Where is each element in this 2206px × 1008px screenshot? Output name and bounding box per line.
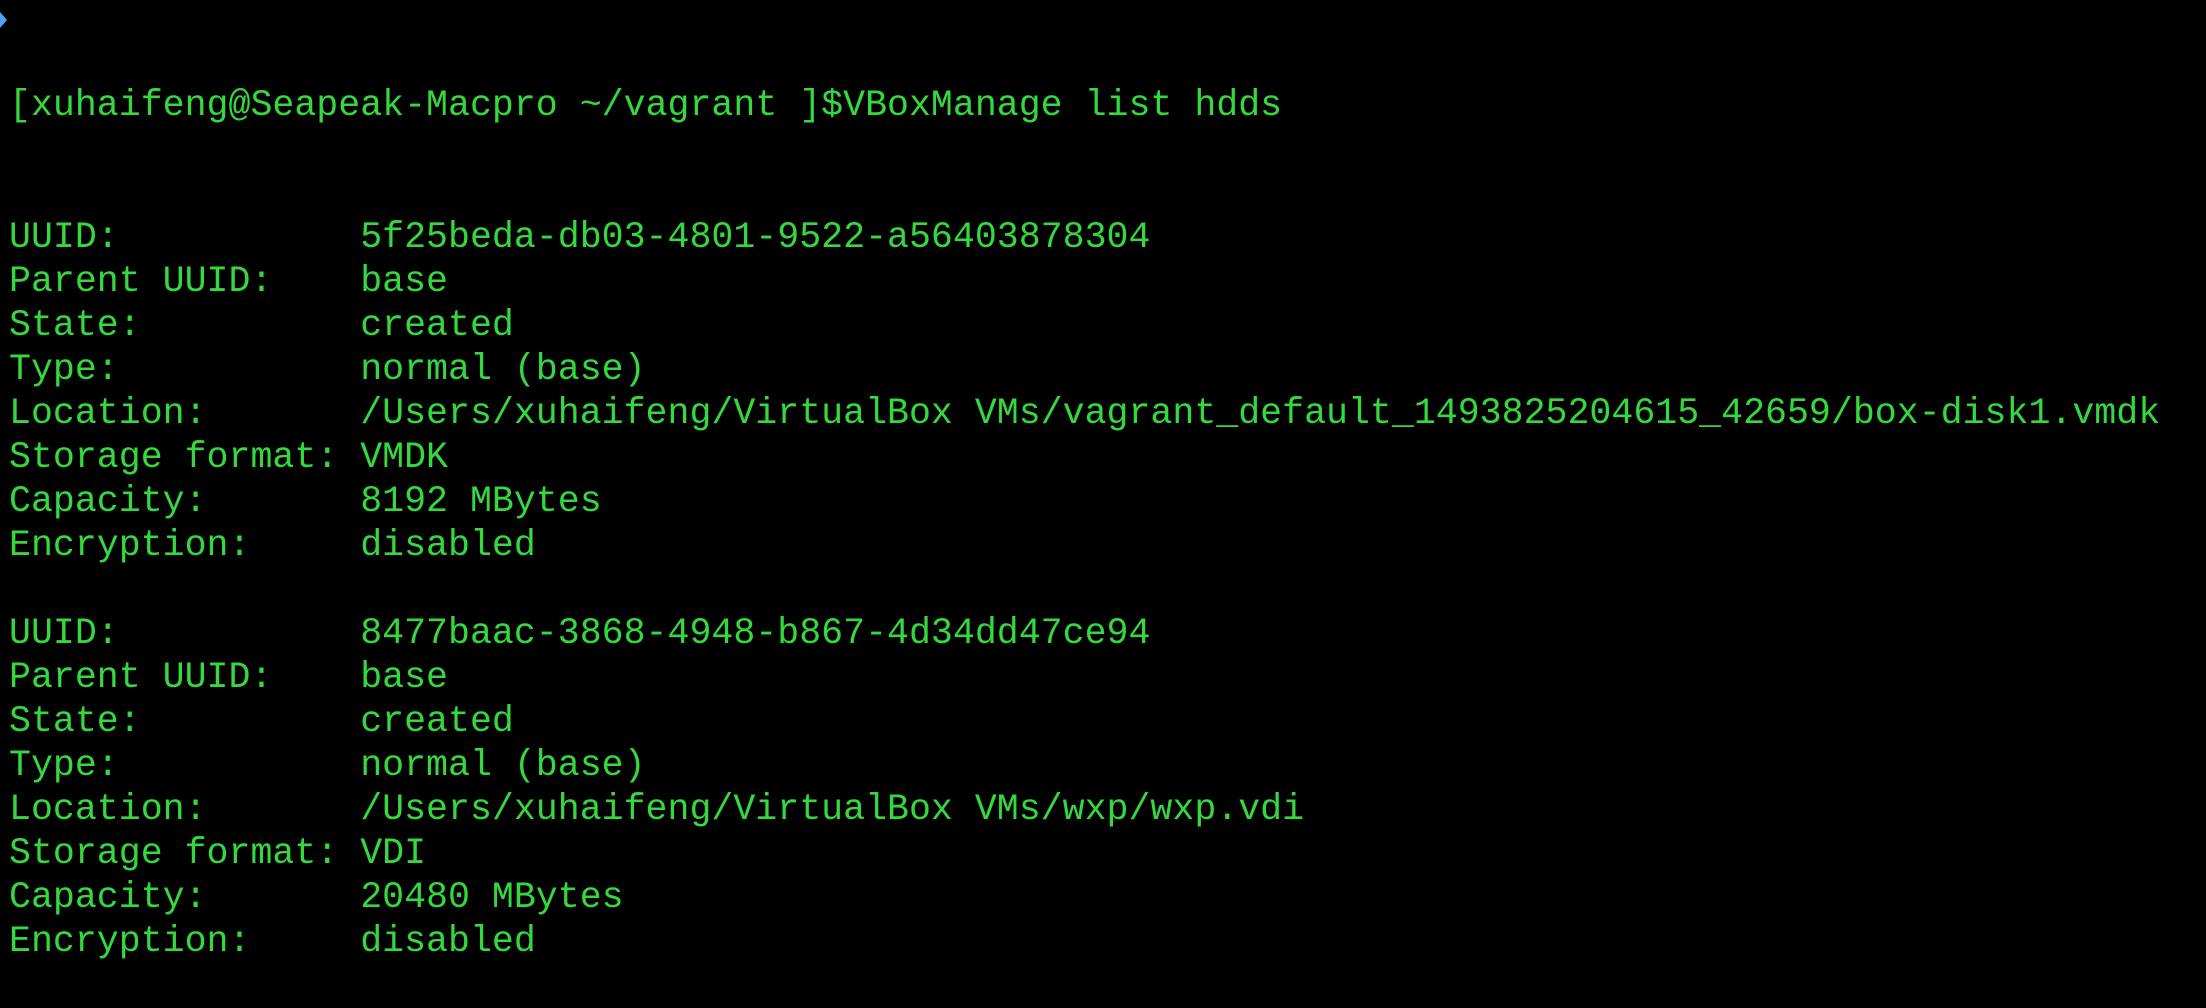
field-value: VDI [360, 833, 427, 874]
field-label: Encryption: [9, 525, 251, 566]
field-value: normal (base) [360, 745, 646, 786]
disk-field-row: State: created [9, 700, 2160, 744]
field-value: 8477baac-3868-4948-b867-4d34dd47ce94 [360, 613, 1151, 654]
field-label: Capacity: [9, 877, 207, 918]
field-label: Encryption: [9, 921, 251, 962]
disk-field-row: Type: normal (base) [9, 744, 2160, 788]
disk-field-row: Type: normal (base) [9, 348, 2160, 392]
field-value: 5f25beda-db03-4801-9522-a56403878304 [360, 217, 1151, 258]
field-value: 8192 MBytes [360, 481, 602, 522]
field-value: /Users/xuhaifeng/VirtualBox VMs/wxp/wxp.… [360, 789, 1305, 830]
field-value: created [360, 701, 514, 742]
field-label: State: [9, 305, 141, 346]
field-value: disabled [360, 525, 536, 566]
disk-field-row: State: created [9, 304, 2160, 348]
field-label: Location: [9, 393, 207, 434]
prompt: [xuhaifeng@Seapeak-Macpro ~/vagrant ]$ [9, 85, 844, 126]
disk-field-row: Storage format: VMDK [9, 436, 2160, 480]
disk-field-row: Parent UUID: base [9, 260, 2160, 304]
prompt-line: [xuhaifeng@Seapeak-Macpro ~/vagrant ]$VB… [9, 84, 2160, 128]
disk-field-row: Capacity: 20480 MBytes [9, 876, 2160, 920]
prompt-marker-icon [0, 12, 7, 28]
field-label: UUID: [9, 217, 119, 258]
disk-field-row: Encryption: disabled [9, 920, 2160, 964]
field-value: disabled [360, 921, 536, 962]
disk-field-row: UUID: 8477baac-3868-4948-b867-4d34dd47ce9… [9, 612, 2160, 656]
field-label: Type: [9, 349, 119, 390]
field-label: State: [9, 701, 141, 742]
disk-field-row: Capacity: 8192 MBytes [9, 480, 2160, 524]
field-value: normal (base) [360, 349, 646, 390]
disk-field-row: Location: /Users/xuhaifeng/VirtualBox VMs… [9, 392, 2160, 436]
disk-field-row: Location: /Users/xuhaifeng/VirtualBox VMs… [9, 788, 2160, 832]
field-label: UUID: [9, 613, 119, 654]
field-label: Location: [9, 789, 207, 830]
field-value: /Users/xuhaifeng/VirtualBox VMs/vagrant_… [360, 393, 2161, 434]
field-label: Capacity: [9, 481, 207, 522]
terminal-output[interactable]: [xuhaifeng@Seapeak-Macpro ~/vagrant ]$VB… [9, 0, 2160, 1008]
disk-field-row: Storage format: VDI [9, 832, 2160, 876]
field-value: base [360, 657, 449, 698]
disk-field-row: UUID: 5f25beda-db03-4801-9522-a5640387830… [9, 216, 2160, 260]
field-value: 20480 MBytes [360, 877, 624, 918]
disk-field-row: Parent UUID: base [9, 656, 2160, 700]
field-label: Type: [9, 745, 119, 786]
command: VBoxManage list hdds [843, 85, 1283, 126]
field-value: VMDK [360, 437, 449, 478]
field-label: Storage format: [9, 437, 339, 478]
field-label: Storage format: [9, 833, 339, 874]
field-value: created [360, 305, 514, 346]
field-label: Parent UUID: [9, 657, 273, 698]
disk-field-row: Encryption: disabled [9, 524, 2160, 568]
field-label: Parent UUID: [9, 261, 273, 302]
field-value: base [360, 261, 449, 302]
